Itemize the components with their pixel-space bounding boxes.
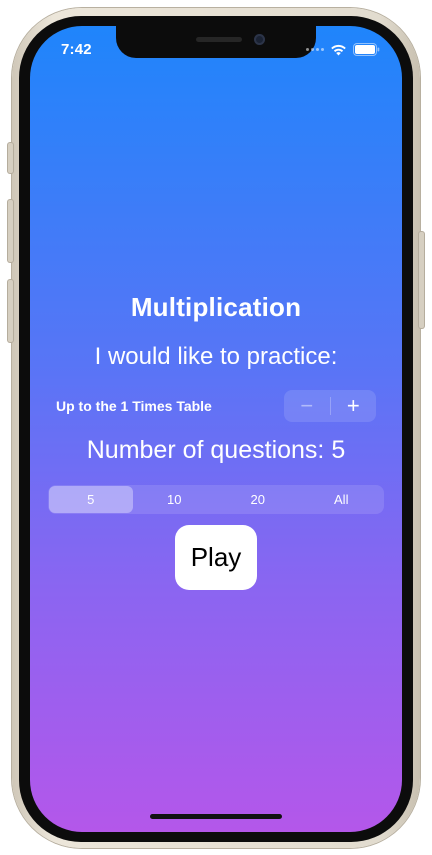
times-table-stepper-row: Up to the 1 Times Table − + [56,390,376,422]
side-button-power [419,232,424,328]
play-button[interactable]: Play [175,525,257,590]
speaker-grille [196,37,242,42]
segment-5[interactable]: 5 [49,486,133,513]
cellular-dots-icon [306,48,324,51]
times-table-stepper: − + [284,390,376,422]
status-icons [306,43,380,56]
side-button-volume-up [8,200,13,262]
decrement-button[interactable]: − [284,390,330,422]
question-count-picker: 5 10 20 All [48,485,384,514]
page-title: Multiplication [130,292,302,322]
front-camera-icon [254,34,265,45]
status-time: 7:42 [61,41,92,58]
segment-10[interactable]: 10 [133,486,217,513]
wifi-icon [331,44,346,55]
side-button-volume-down [8,280,13,342]
segment-20[interactable]: 20 [216,486,300,513]
questions-count-label: Number of questions: 5 [86,436,346,464]
stepper-label: Up to the 1 Times Table [56,398,212,414]
practice-prompt: I would like to practice: [94,343,338,370]
notch [116,26,316,58]
home-indicator[interactable] [150,814,282,819]
segment-all[interactable]: All [300,486,384,513]
battery-icon [353,43,380,56]
app-screen: 7:42 Multiplication I would like to prac… [30,26,402,832]
side-button-silent [8,143,13,173]
increment-button[interactable]: + [331,390,377,422]
